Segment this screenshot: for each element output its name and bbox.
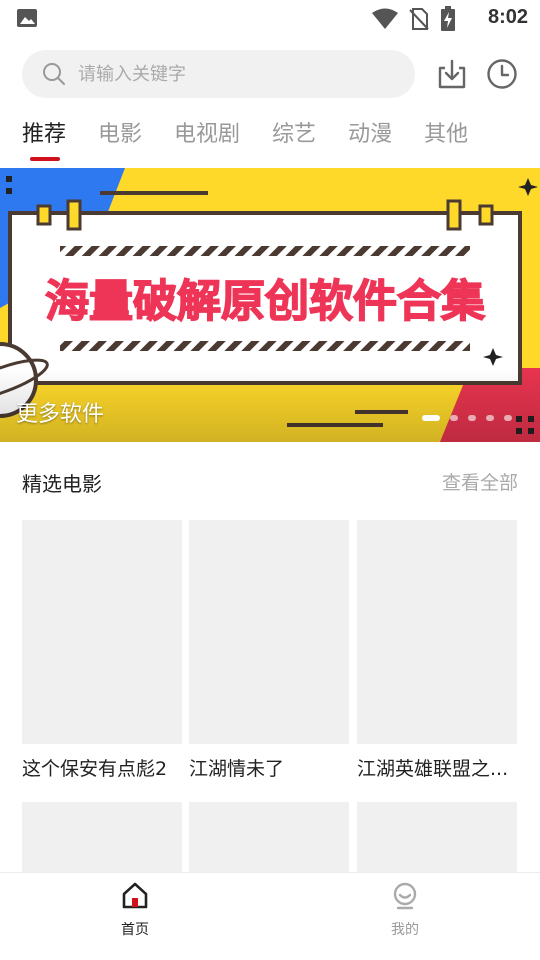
view-all-link[interactable]: 查看全部 [442,468,518,495]
tab-label: 其他 [424,122,469,147]
download-icon[interactable] [436,58,468,90]
carousel-dot [422,415,440,421]
banner-caption: 更多软件 [16,402,105,427]
movie-title: 江湖情未了 [189,758,285,780]
tab-movies[interactable]: 电影 [98,116,142,164]
profile-icon [393,882,417,910]
movie-card[interactable] [189,802,349,874]
nav-mine[interactable]: 我的 [365,881,445,939]
carousel-dot [504,415,512,421]
search-input[interactable] [78,50,398,98]
category-tabs: 推荐 电影 电视剧 综艺 动漫 其他 [22,116,468,164]
nav-label: 首页 [121,922,149,938]
status-time: 8:02 [487,6,528,28]
tab-label: 电视剧 [174,122,241,147]
movie-poster [22,520,182,744]
history-icon[interactable] [486,58,518,90]
carousel-dot [486,415,494,421]
movie-card[interactable]: 江湖英雄联盟之... [357,520,517,781]
no-sim-icon [409,8,429,30]
tab-label: 综艺 [272,122,317,147]
search-icon [43,63,65,85]
movie-poster [357,802,517,874]
tab-recommended[interactable]: 推荐 [22,116,66,164]
tab-label: 动漫 [348,122,393,147]
promo-banner[interactable]: 海量破解原创软件合集 更多软件 [0,168,540,442]
movie-card[interactable]: 江湖情未了 [189,520,349,781]
carousel-dot [450,415,458,421]
gallery-icon [17,9,37,27]
search-bar[interactable] [22,50,415,98]
tab-other[interactable]: 其他 [424,116,468,164]
carousel-indicator [422,415,512,421]
movie-card[interactable]: 这个保安有点彪2 [22,520,182,781]
movie-title: 江湖英雄联盟之... [357,758,509,780]
tab-variety[interactable]: 综艺 [272,116,316,164]
movie-poster [22,802,182,874]
banner-headline: 海量破解原创软件合集 [45,276,485,327]
carousel-dot [468,415,476,421]
tab-active-indicator [30,157,60,161]
nav-home[interactable]: 首页 [95,881,175,939]
home-icon [122,882,148,909]
movie-title: 这个保安有点彪2 [22,758,168,780]
status-bar: 8:02 [0,0,540,36]
section-title: 精选电影 [22,472,102,496]
battery-charging-icon [441,6,455,31]
movie-card[interactable] [357,802,517,874]
movie-poster [189,520,349,744]
tab-label: 推荐 [22,122,67,147]
movie-poster [357,520,517,744]
tab-tv-series[interactable]: 电视剧 [174,116,240,164]
wifi-icon [372,8,398,29]
nav-label: 我的 [391,922,419,938]
tab-anime[interactable]: 动漫 [348,116,392,164]
movie-poster [189,802,349,874]
tab-label: 电影 [98,122,143,147]
bottom-navigation: 首页 我的 [0,872,540,960]
movie-card[interactable] [22,802,182,874]
